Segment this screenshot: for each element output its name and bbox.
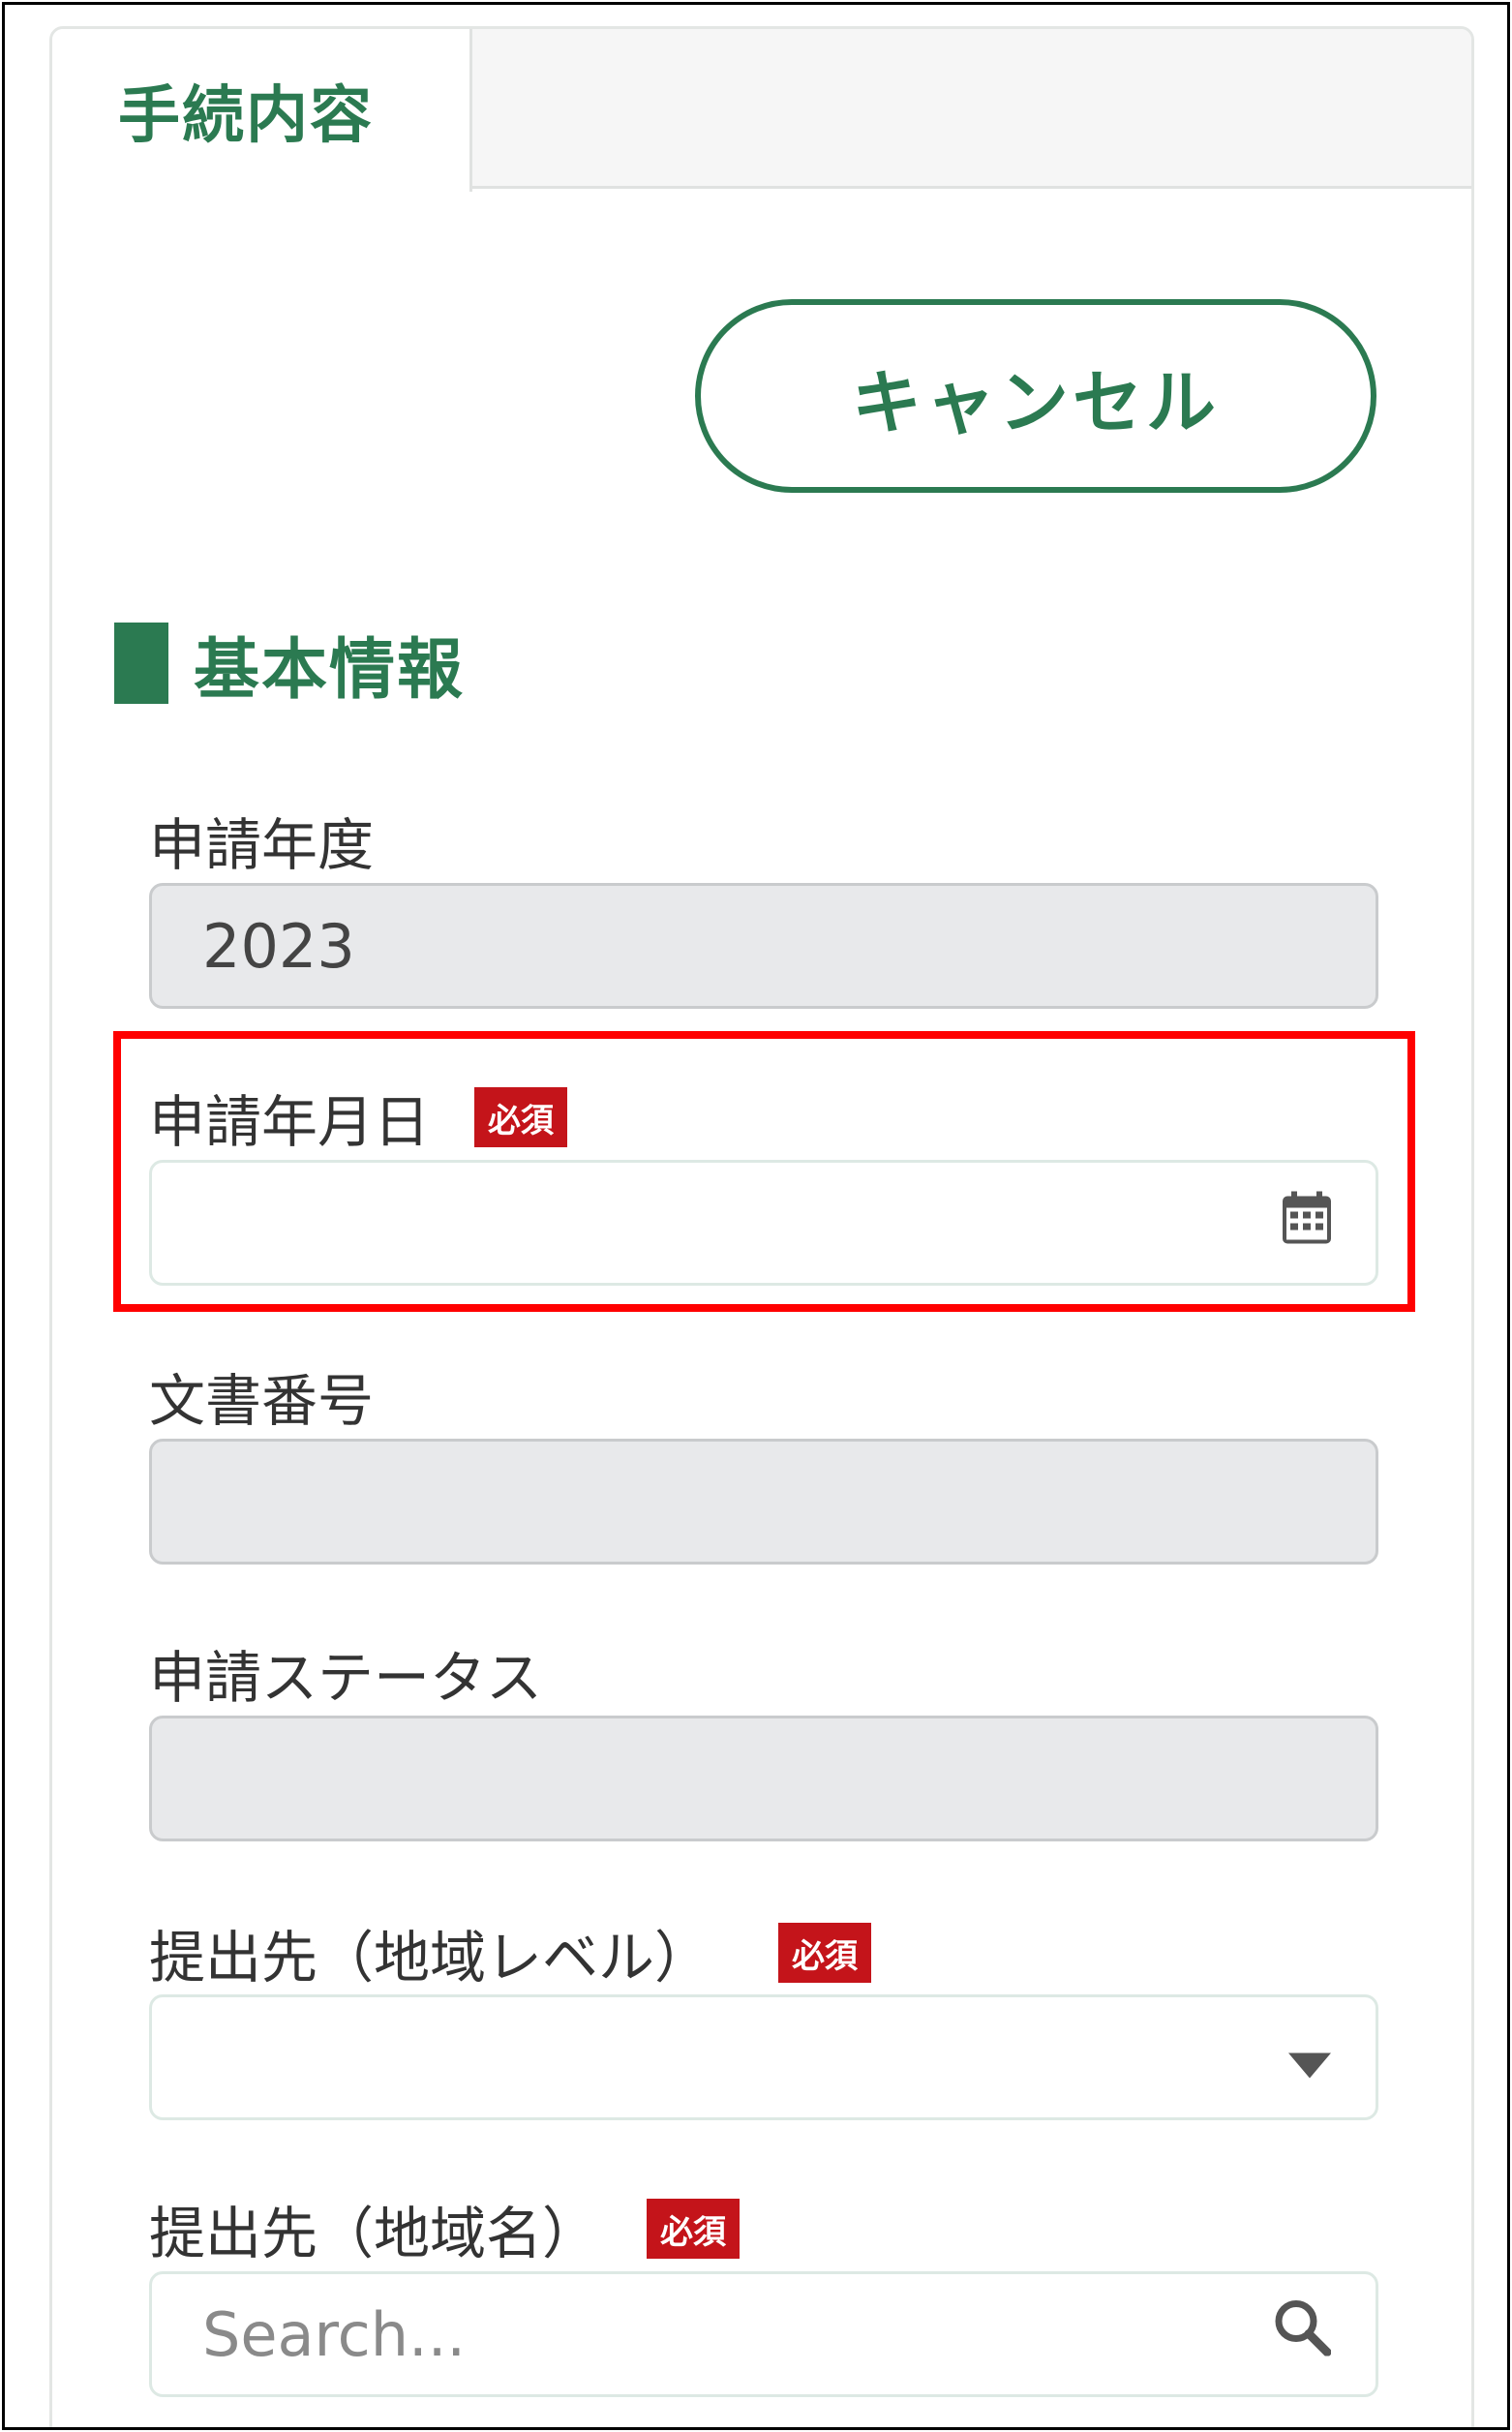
cancel-button-label: キャンセル xyxy=(851,361,1220,443)
submission-region-level-select[interactable] xyxy=(149,1994,1378,2120)
document-number-field xyxy=(149,1439,1378,1565)
required-badge: 必須 xyxy=(778,1923,872,1983)
application-year-field: 2023 xyxy=(149,883,1378,1009)
screenshot-frame: 手続内容 キャンセル 基本情報 申請年度 2023 申請年月日 必須 文書番号 … xyxy=(2,2,1510,2430)
submission-region-level-label: 提出先（地域レベル） 必須 xyxy=(149,1912,872,1993)
caret-down-icon[interactable] xyxy=(1288,2022,1331,2093)
application-status-field xyxy=(149,1716,1378,1841)
application-date-input[interactable] xyxy=(149,1160,1378,1286)
application-date-label-text: 申請年月日 xyxy=(149,1089,431,1155)
procedure-panel: 手続内容 キャンセル 基本情報 申請年度 2023 申請年月日 必須 文書番号 … xyxy=(49,26,1474,2427)
application-status-label: 申請ステータス xyxy=(149,1632,542,1714)
submission-region-name-search[interactable]: Search... xyxy=(149,2271,1378,2397)
submission-region-name-label: 提出先（地域名） 必須 xyxy=(149,2188,741,2269)
tab-procedure-content[interactable]: 手続内容 xyxy=(52,29,472,192)
application-year-value: 2023 xyxy=(202,910,355,982)
search-placeholder: Search... xyxy=(202,2298,467,2370)
document-number-label-text: 文書番号 xyxy=(149,1368,375,1434)
search-icon[interactable] xyxy=(1273,2298,1332,2371)
tab-bar: 手続内容 xyxy=(52,29,1471,192)
tab-label: 手続内容 xyxy=(118,80,374,152)
submission-region-level-label-text: 提出先（地域レベル） xyxy=(149,1925,711,1991)
required-badge: 必須 xyxy=(647,2199,741,2259)
required-badge: 必須 xyxy=(474,1087,568,1147)
submission-region-name-label-text: 提出先（地域名） xyxy=(149,2201,599,2266)
document-number-label: 文書番号 xyxy=(149,1355,374,1437)
application-date-label: 申請年月日 必須 xyxy=(149,1077,568,1158)
section-marker xyxy=(114,623,168,704)
section-title: 基本情報 xyxy=(194,631,466,709)
section-heading: 基本情報 xyxy=(114,610,465,716)
application-status-label-text: 申請ステータス xyxy=(149,1645,543,1711)
cancel-button[interactable]: キャンセル xyxy=(695,299,1376,493)
application-year-label: 申請年度 xyxy=(149,800,374,881)
application-year-label-text: 申請年度 xyxy=(149,812,375,878)
calendar-icon[interactable] xyxy=(1283,1188,1331,1259)
